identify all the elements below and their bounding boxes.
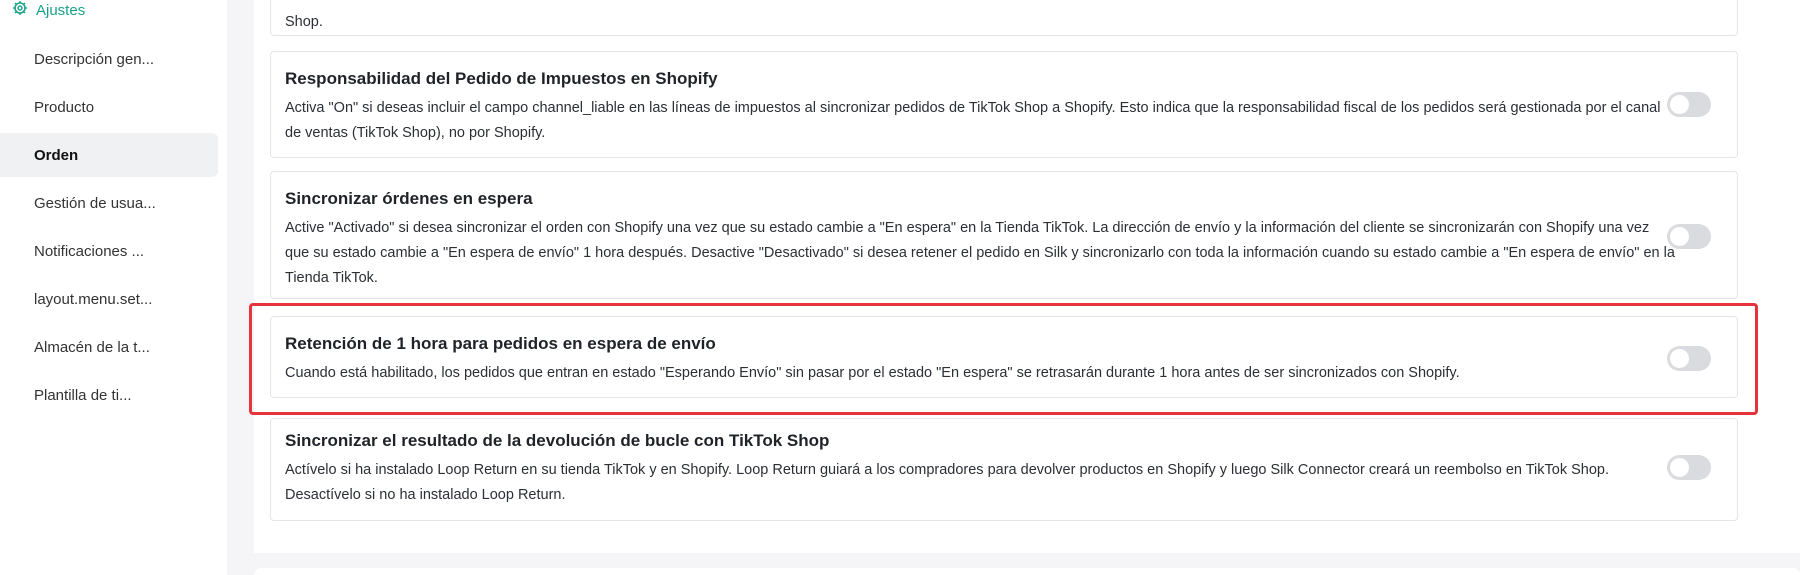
toggle-knob <box>1670 458 1689 477</box>
setting-card-previous: Shop. <box>270 0 1738 36</box>
setting-desc: Activa "On" si deseas incluir el campo c… <box>285 100 1661 141</box>
sidebar-header[interactable]: Ajustes <box>12 0 85 20</box>
one-hour-hold-toggle[interactable] <box>1667 346 1711 371</box>
sidebar-item-notificaciones[interactable]: Notificaciones ... <box>0 229 218 273</box>
setting-title: Responsabilidad del Pedido de Impuestos … <box>285 69 718 88</box>
setting-title: Retención de 1 hora para pedidos en espe… <box>285 334 716 353</box>
sidebar-item-label: Producto <box>34 98 95 116</box>
sync-on-hold-toggle[interactable] <box>1667 224 1711 249</box>
setting-desc: Cuando está habilitado, los pedidos que … <box>285 365 1460 381</box>
sidebar-item-label: Plantilla de ti... <box>34 386 132 404</box>
sidebar-item-almacen[interactable]: Almacén de la t... <box>0 325 218 369</box>
setting-card-one-hour-hold: Retención de 1 hora para pedidos en espe… <box>270 316 1738 398</box>
setting-desc: Active "Activado" si desea sincronizar e… <box>285 220 1675 286</box>
setting-title: Sincronizar órdenes en espera <box>285 189 533 208</box>
sidebar: Ajustes Descripción gen... Producto Orde… <box>0 0 227 575</box>
sidebar-item-label: Orden <box>34 146 79 164</box>
tax-liability-toggle[interactable] <box>1667 92 1711 117</box>
setting-title: Sincronizar el resultado de la devolució… <box>285 431 830 450</box>
toggle-knob <box>1670 349 1689 368</box>
toggle-knob <box>1670 227 1689 246</box>
sidebar-item-plantilla[interactable]: Plantilla de ti... <box>0 373 218 417</box>
setting-card-loop-return: Sincronizar el resultado de la devolució… <box>270 418 1738 521</box>
sidebar-item-label: Notificaciones ... <box>34 242 145 260</box>
sidebar-item-label: Gestión de usua... <box>34 194 156 212</box>
setting-card-sync-on-hold: Sincronizar órdenes en espera Active "Ac… <box>270 171 1738 299</box>
sidebar-item-producto[interactable]: Producto <box>0 85 218 129</box>
setting-desc: Actívelo si ha instalado Loop Return en … <box>285 462 1610 503</box>
setting-card-tax-liability: Responsabilidad del Pedido de Impuestos … <box>270 51 1738 158</box>
sidebar-header-label: Ajustes <box>36 1 86 19</box>
sidebar-item-orden[interactable]: Orden <box>0 133 218 177</box>
sidebar-item-gestion-usuarios[interactable]: Gestión de usua... <box>0 181 218 225</box>
loop-return-toggle[interactable] <box>1667 455 1711 480</box>
sidebar-item-label: Almacén de la t... <box>34 338 150 356</box>
sidebar-item-label: Descripción gen... <box>34 50 155 68</box>
sidebar-item-label: layout.menu.set... <box>34 290 153 308</box>
sidebar-item-descripcion[interactable]: Descripción gen... <box>0 37 218 81</box>
next-panel <box>254 568 1800 575</box>
setting-desc: Shop. <box>285 14 323 30</box>
sidebar-item-layout-menu[interactable]: layout.menu.set... <box>0 277 218 321</box>
toggle-knob <box>1670 95 1689 114</box>
gear-icon <box>12 0 28 20</box>
